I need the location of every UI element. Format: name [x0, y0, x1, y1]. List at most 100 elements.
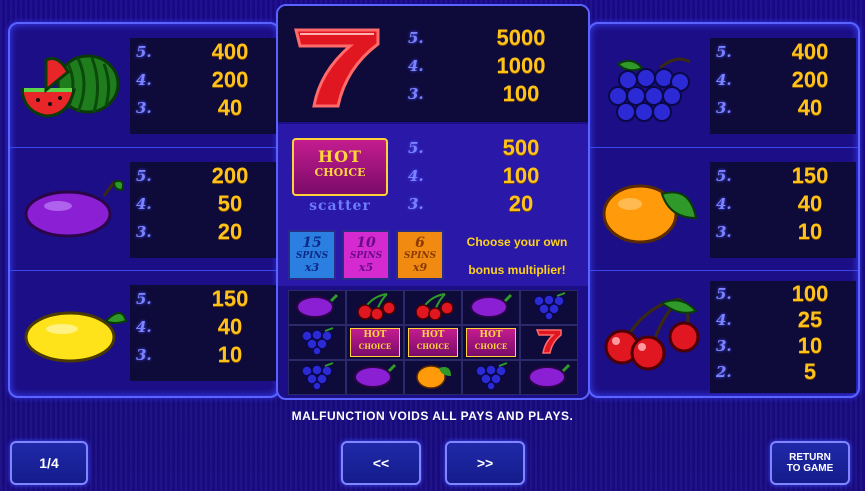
grid-cell: HOT CHOICE	[462, 325, 520, 360]
pay-value: 5000	[496, 25, 546, 50]
pay-row: 3. 20	[130, 218, 276, 246]
count-label: 3.	[716, 223, 732, 241]
pay-row: 4. 200	[710, 66, 856, 94]
cherries-pays: 5. 100 4. 25 3. 10 2. 5	[710, 281, 856, 393]
plum-icon	[527, 363, 571, 393]
logo-line2: CHOICE	[314, 166, 366, 179]
count-label: 4.	[408, 167, 424, 185]
seven-icon	[534, 327, 564, 359]
grid-cell	[462, 360, 520, 395]
pay-row: 4. 40	[710, 190, 856, 218]
grid-cell	[462, 290, 520, 325]
grid-cell: HOT CHOICE	[346, 325, 404, 360]
scatter-section: HOT CHOICE scatter 5. 500 4. 100 3. 20	[278, 124, 588, 224]
pay-row: 4. 40	[130, 313, 276, 341]
grid-cell	[520, 325, 578, 360]
plum-icon	[469, 293, 513, 323]
multiplier-label: x5	[358, 261, 374, 274]
pay-row: 4. 50	[130, 190, 276, 218]
pay-value: 10	[797, 333, 823, 358]
grid-cell	[520, 360, 578, 395]
next-page-button[interactable]: >>	[445, 441, 525, 485]
pay-value: 40	[797, 95, 823, 120]
mini-logo-line2: CHOICE	[416, 342, 450, 351]
count-label: 4.	[408, 57, 424, 75]
orange-icon	[411, 362, 455, 394]
grid-cell	[520, 290, 578, 325]
pay-row: 4. 100	[402, 162, 586, 190]
pay-value: 40	[217, 314, 243, 339]
mini-logo-line2: CHOICE	[358, 342, 392, 351]
count-label: 5.	[716, 285, 732, 303]
lemon-pays: 5. 150 4. 40 3. 10	[130, 285, 276, 381]
spins-label: SPINS	[403, 251, 437, 261]
cherries-icon	[604, 297, 700, 371]
pay-value: 10	[217, 342, 243, 367]
scatter-pays: 5. 500 4. 100 3. 20	[402, 134, 586, 218]
pay-value: 200	[211, 163, 249, 188]
left-paytable-panel: 5. 400 4. 200 3. 40 5. 200 4. 50 3. 20 5. 150 4…	[8, 22, 280, 398]
pay-row: 5. 150	[710, 162, 856, 190]
pay-value: 500	[502, 135, 540, 160]
lemon-row: 5. 150 4. 40 3. 10	[10, 271, 278, 394]
count-label: 3.	[716, 337, 732, 355]
previous-page-button[interactable]: <<	[341, 441, 421, 485]
pay-value: 20	[508, 191, 534, 216]
center-paytable-panel: 5. 5000 4. 1000 3. 100 HOT CHOICE scatter 5…	[276, 4, 590, 400]
seven-section: 5. 5000 4. 1000 3. 100	[278, 6, 588, 122]
count-label: 4.	[716, 311, 732, 329]
pay-value: 40	[797, 191, 823, 216]
plum-icon	[353, 363, 397, 393]
logo-line1: HOT	[318, 147, 362, 166]
pay-row: 5. 150	[130, 285, 276, 313]
grid-cell	[288, 325, 346, 360]
pay-value: 400	[791, 39, 829, 64]
count-label: 4.	[136, 318, 152, 336]
count-label: 5.	[716, 43, 732, 61]
pay-value: 50	[217, 191, 243, 216]
hot-choice-icon: HOT CHOICE	[466, 328, 516, 357]
count-label: 4.	[716, 71, 732, 89]
watermelon-pays: 5. 400 4. 200 3. 40	[130, 38, 276, 134]
hot-choice-icon: HOT CHOICE	[408, 328, 458, 357]
bonus-option-15-spins: 15 SPINS x3	[288, 230, 336, 280]
grapes-row: 5. 400 4. 200 3. 40	[590, 24, 858, 148]
count-label: 5.	[408, 29, 424, 47]
count-label: 5.	[716, 167, 732, 185]
pay-value: 1000	[496, 53, 546, 78]
grapes-icon	[527, 291, 571, 324]
pay-row: 5. 200	[130, 162, 276, 190]
pay-row: 4. 200	[130, 66, 276, 94]
count-label: 3.	[136, 223, 152, 241]
pay-row: 5. 400	[710, 38, 856, 66]
return-to-game-button[interactable]: RETURN TO GAME	[770, 441, 850, 485]
spins-label: SPINS	[349, 251, 383, 261]
pay-row: 3. 40	[130, 94, 276, 122]
scatter-label: scatter	[309, 198, 371, 214]
grid-cell	[288, 360, 346, 395]
pay-value: 100	[791, 281, 829, 306]
bonus-text-line2: bonus multiplier!	[468, 263, 566, 277]
pay-row: 3. 10	[130, 341, 276, 369]
pay-row: 5. 400	[130, 38, 276, 66]
pay-row: 5. 100	[710, 281, 856, 307]
spins-count: 15	[302, 235, 322, 251]
pay-value: 150	[211, 286, 249, 311]
pay-row: 3. 100	[402, 80, 586, 108]
grid-cell	[404, 290, 462, 325]
pay-row: 3. 20	[402, 190, 586, 218]
count-label: 3.	[408, 85, 424, 103]
pay-value: 25	[797, 307, 823, 332]
pay-value: 100	[502, 163, 540, 188]
grid-cell	[346, 360, 404, 395]
malfunction-notice: MALFUNCTION VOIDS ALL PAYS AND PLAYS.	[291, 409, 574, 423]
count-label: 4.	[716, 195, 732, 213]
bonus-option-6-spins: 6 SPINS x9	[396, 230, 444, 280]
page-indicator-button[interactable]: 1/4	[10, 441, 88, 485]
count-label: 2.	[716, 363, 732, 381]
pay-row: 4. 25	[710, 307, 856, 333]
count-label: 3.	[136, 346, 152, 364]
orange-row: 5. 150 4. 40 3. 10	[590, 148, 858, 271]
plum-icon	[295, 293, 339, 323]
pay-row: 3. 40	[710, 94, 856, 122]
